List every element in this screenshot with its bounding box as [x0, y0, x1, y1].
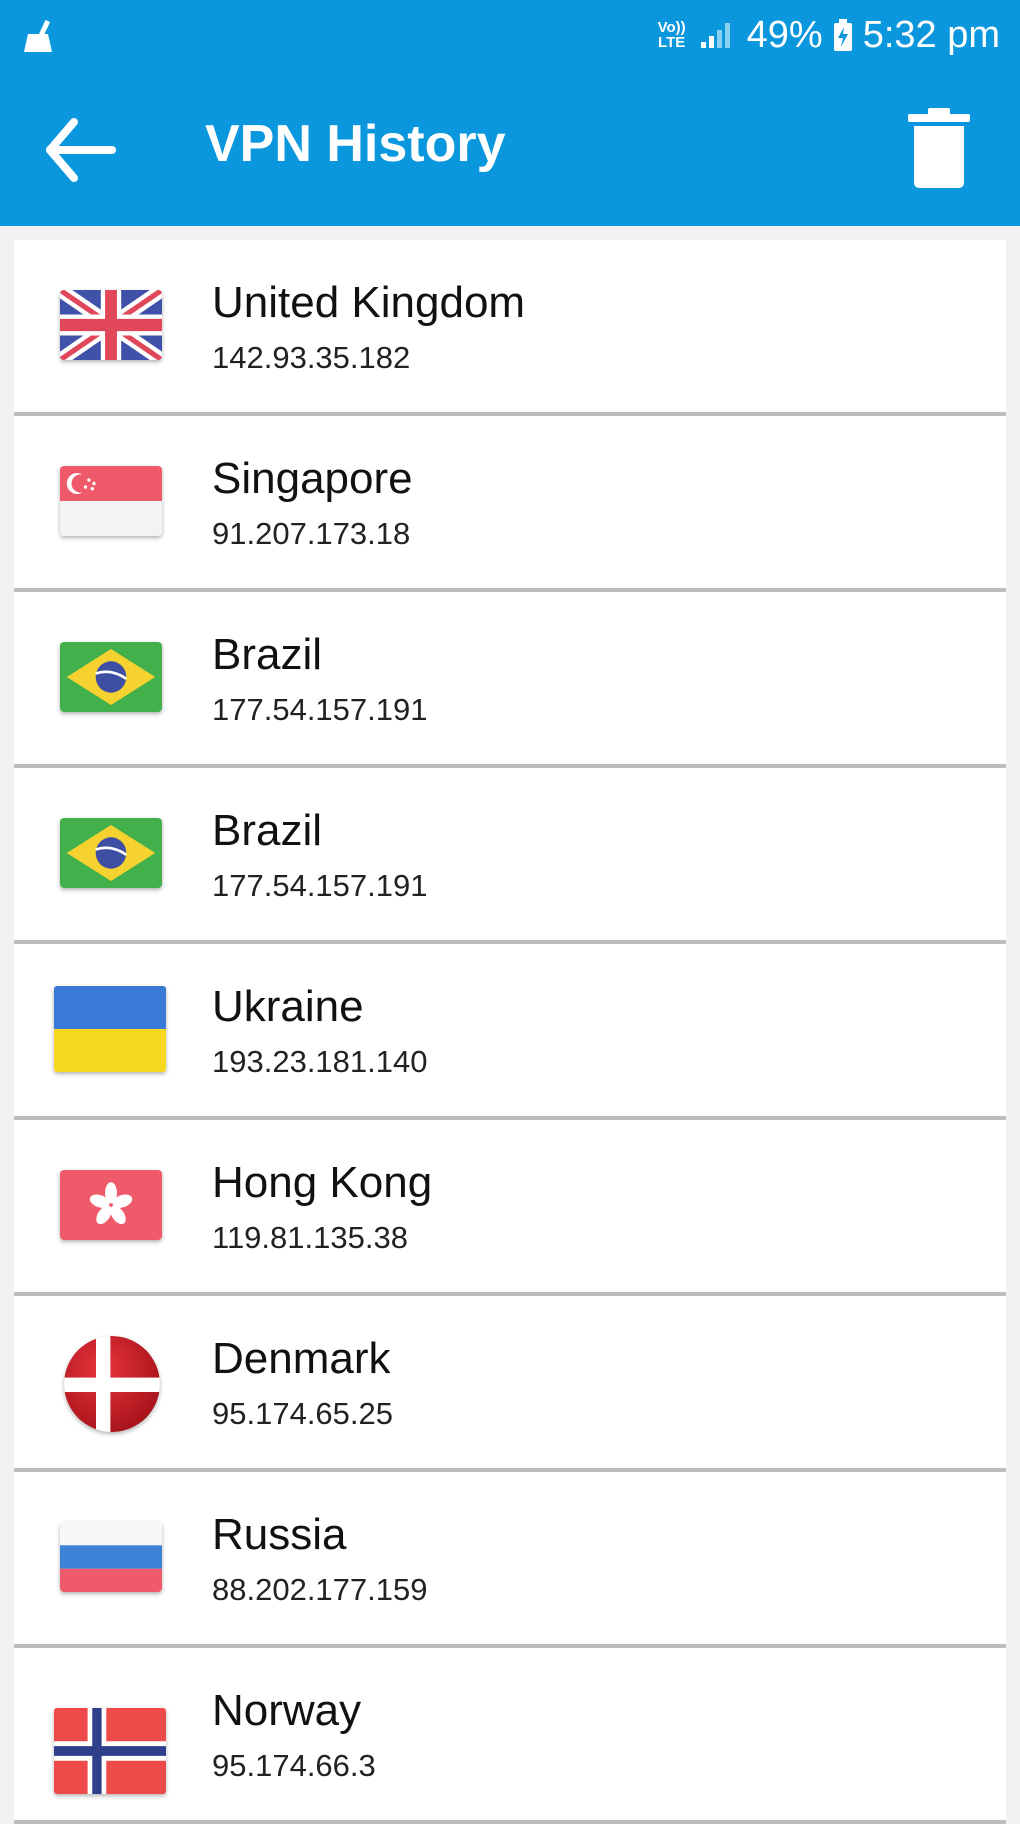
battery-charging-icon	[833, 19, 852, 51]
country-name: Ukraine	[212, 982, 364, 1031]
arrow-back-icon[interactable]	[40, 110, 120, 190]
country-name: Denmark	[212, 1334, 391, 1383]
cleaner-app-icon	[24, 19, 52, 52]
list-item[interactable]: Singapore 91.207.173.18	[14, 416, 1006, 592]
flag-singapore-icon	[60, 466, 162, 536]
country-name: Brazil	[212, 630, 323, 679]
list-item[interactable]: Denmark 95.174.65.25	[14, 1296, 1006, 1472]
ip-address: 119.81.135.38	[212, 1220, 408, 1255]
ip-address: 95.174.65.25	[212, 1396, 394, 1431]
country-name: Singapore	[212, 454, 413, 503]
trash-icon[interactable]	[906, 108, 972, 188]
flag-hong-kong-icon	[60, 1170, 162, 1240]
ip-address: 142.93.35.182	[212, 340, 411, 375]
page-title: VPN History	[205, 115, 506, 173]
list-item[interactable]: Norway 95.174.66.3	[14, 1648, 1006, 1824]
vpn-history-list: United Kingdom 142.93.35.182 Singapore 9…	[14, 240, 1006, 1824]
battery-percent: 49%	[746, 13, 823, 56]
flag-brazil-icon	[60, 818, 162, 888]
signal-icon	[700, 23, 730, 48]
flag-russia-icon	[60, 1522, 162, 1592]
list-item[interactable]: Russia 88.202.177.159	[14, 1472, 1006, 1648]
country-name: Russia	[212, 1510, 347, 1559]
country-name: Brazil	[212, 806, 323, 855]
list-item[interactable]: United Kingdom 142.93.35.182	[14, 240, 1006, 416]
clock: 5:32 pm	[862, 13, 1000, 56]
list-item[interactable]: Brazil 177.54.157.191	[14, 768, 1006, 944]
flag-denmark-icon	[64, 1336, 160, 1432]
volte-indicator: Vo)) LTE	[657, 19, 686, 51]
country-name: Norway	[212, 1686, 362, 1735]
ip-address: 95.174.66.3	[212, 1748, 376, 1783]
ip-address: 88.202.177.159	[212, 1572, 428, 1607]
ip-address: 91.207.173.18	[212, 516, 411, 551]
country-name: Hong Kong	[212, 1158, 433, 1207]
flag-brazil-icon	[60, 642, 162, 712]
app-bar: VPN History	[0, 70, 1020, 226]
ip-address: 193.23.181.140	[212, 1044, 428, 1079]
list-item[interactable]: Ukraine 193.23.181.140	[14, 944, 1006, 1120]
flag-uk-icon	[60, 290, 162, 360]
ip-address: 177.54.157.191	[212, 868, 428, 903]
country-name: United Kingdom	[212, 278, 526, 327]
list-item[interactable]: Hong Kong 119.81.135.38	[14, 1120, 1006, 1296]
flag-norway-icon	[54, 1708, 166, 1794]
status-bar: Vo)) LTE 49% 5:32 pm	[0, 0, 1020, 70]
list-item[interactable]: Brazil 177.54.157.191	[14, 592, 1006, 768]
ip-address: 177.54.157.191	[212, 692, 428, 727]
flag-ukraine-icon	[54, 986, 166, 1072]
